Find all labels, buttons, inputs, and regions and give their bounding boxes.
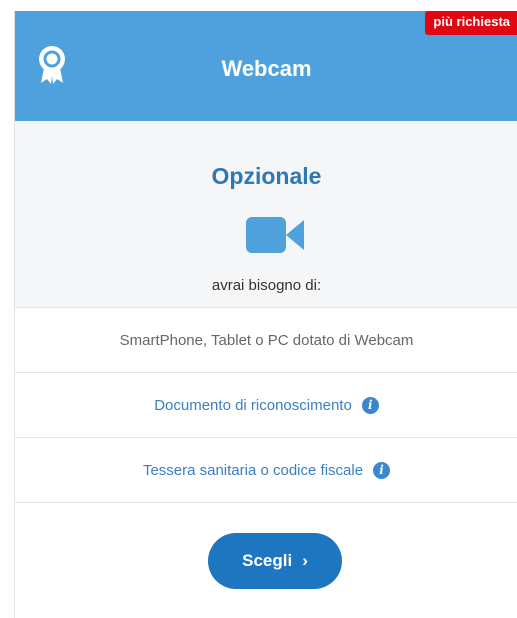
card-header: Webcam più richiesta — [15, 11, 517, 121]
requirements-intro: avrai bisogno di: — [211, 277, 322, 294]
card-title: Webcam — [221, 56, 312, 81]
requirement-label: SmartPhone, Tablet o PC dotato di Webcam — [119, 331, 414, 349]
requirement-label[interactable]: Tessera sanitaria o codice fiscale — [143, 462, 363, 479]
choose-button[interactable]: Scegli › — [208, 533, 342, 589]
webcam-plan-card: Webcam più richiesta Opzionale avrai bis… — [14, 11, 517, 618]
video-camera-icon — [246, 217, 304, 253]
tier-title: Opzionale — [211, 163, 322, 189]
popular-badge: più richiesta — [425, 11, 517, 35]
choose-button-label: Scegli — [242, 551, 293, 570]
requirement-id-document[interactable]: Documento di riconoscimento i — [15, 373, 517, 438]
info-icon[interactable]: i — [361, 396, 379, 414]
info-icon[interactable]: i — [373, 461, 391, 479]
chevron-right-icon: › — [302, 551, 308, 570]
requirement-label[interactable]: Documento di riconoscimento — [154, 397, 352, 414]
tier-section: Opzionale avrai bisogno di: — [15, 121, 517, 308]
requirement-health-card[interactable]: Tessera sanitaria o codice fiscale i — [15, 438, 517, 503]
requirement-device: SmartPhone, Tablet o PC dotato di Webcam — [15, 308, 517, 373]
